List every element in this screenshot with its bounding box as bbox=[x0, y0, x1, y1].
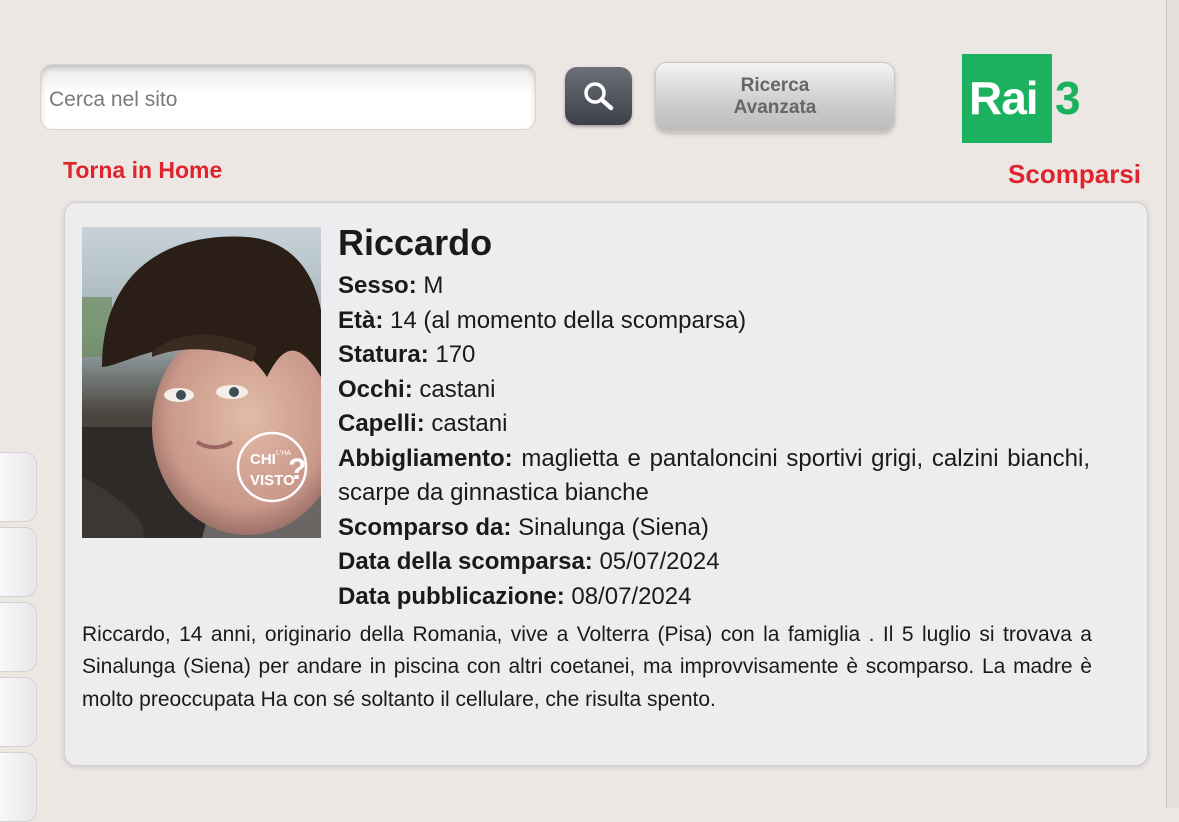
detail-row: Età: 14 (al momento della scomparsa) bbox=[338, 304, 1090, 339]
rai3-logo[interactable]: Rai 3 bbox=[962, 54, 1086, 143]
detail-value: 14 (al momento della scomparsa) bbox=[390, 306, 747, 334]
detail-label: Sesso: bbox=[338, 272, 417, 299]
detail-row: Sesso: M bbox=[338, 269, 1090, 304]
section-title: Scomparsi bbox=[1008, 159, 1141, 189]
detail-value: castani bbox=[431, 410, 508, 437]
svg-text:CHI: CHI bbox=[250, 451, 276, 468]
search-input[interactable] bbox=[49, 83, 519, 117]
detail-row: Abbigliamento: maglietta e pantaloncini … bbox=[338, 442, 1090, 511]
detail-value: 05/07/2024 bbox=[599, 548, 720, 575]
detail-label: Scomparso da: bbox=[338, 513, 512, 541]
side-tab[interactable] bbox=[0, 752, 37, 822]
side-tab[interactable] bbox=[0, 527, 37, 597]
detail-value: Sinalunga (Siena) bbox=[518, 513, 709, 541]
side-tab[interactable] bbox=[0, 602, 37, 672]
detail-value: castani bbox=[419, 375, 496, 403]
logo-word: Rai bbox=[969, 72, 1039, 124]
detail-label: Abbigliamento: bbox=[338, 444, 513, 472]
detail-label: Statura: bbox=[338, 341, 429, 368]
detail-value: 170 bbox=[435, 341, 476, 368]
detail-label: Data pubblicazione: bbox=[338, 582, 565, 610]
detail-label: Occhi: bbox=[338, 375, 413, 403]
logo-number: 3 bbox=[1055, 72, 1081, 124]
detail-label: Data della scomparsa: bbox=[338, 548, 593, 575]
detail-row: Data della scomparsa: 05/07/2024 bbox=[338, 545, 1090, 580]
detail-value: 08/07/2024 bbox=[571, 582, 692, 610]
detail-row: Capelli: castani bbox=[338, 407, 1090, 442]
person-photo: CHI L'HA VISTO ? bbox=[82, 227, 321, 538]
home-link[interactable]: Torna in Home bbox=[63, 157, 222, 184]
search-button[interactable] bbox=[565, 67, 632, 125]
detail-label: Capelli: bbox=[338, 410, 425, 437]
person-details: Sesso: M Età: 14 (al momento della scomp… bbox=[338, 269, 1090, 614]
advanced-search-button[interactable]: Ricerca Avanzata bbox=[655, 62, 895, 132]
detail-row: Scomparso da: Sinalunga (Siena) bbox=[338, 511, 1090, 546]
right-edge-strip bbox=[1166, 0, 1179, 808]
detail-row: Data pubblicazione: 08/07/2024 bbox=[338, 580, 1090, 615]
detail-row: Statura: 170 bbox=[338, 338, 1090, 373]
search-box bbox=[40, 64, 536, 130]
detail-row: Occhi: castani bbox=[338, 373, 1090, 408]
advanced-search-label: Ricerca Avanzata bbox=[733, 75, 817, 118]
side-tab[interactable] bbox=[0, 677, 37, 747]
person-description: Riccardo, 14 anni, originario della Roma… bbox=[82, 623, 1092, 711]
svg-text:?: ? bbox=[288, 453, 306, 486]
detail-label: Età: bbox=[338, 306, 384, 334]
magnifier-icon bbox=[584, 82, 614, 111]
side-tab[interactable] bbox=[0, 452, 37, 522]
detail-value: M bbox=[423, 272, 444, 299]
person-name: Riccardo bbox=[338, 222, 493, 263]
